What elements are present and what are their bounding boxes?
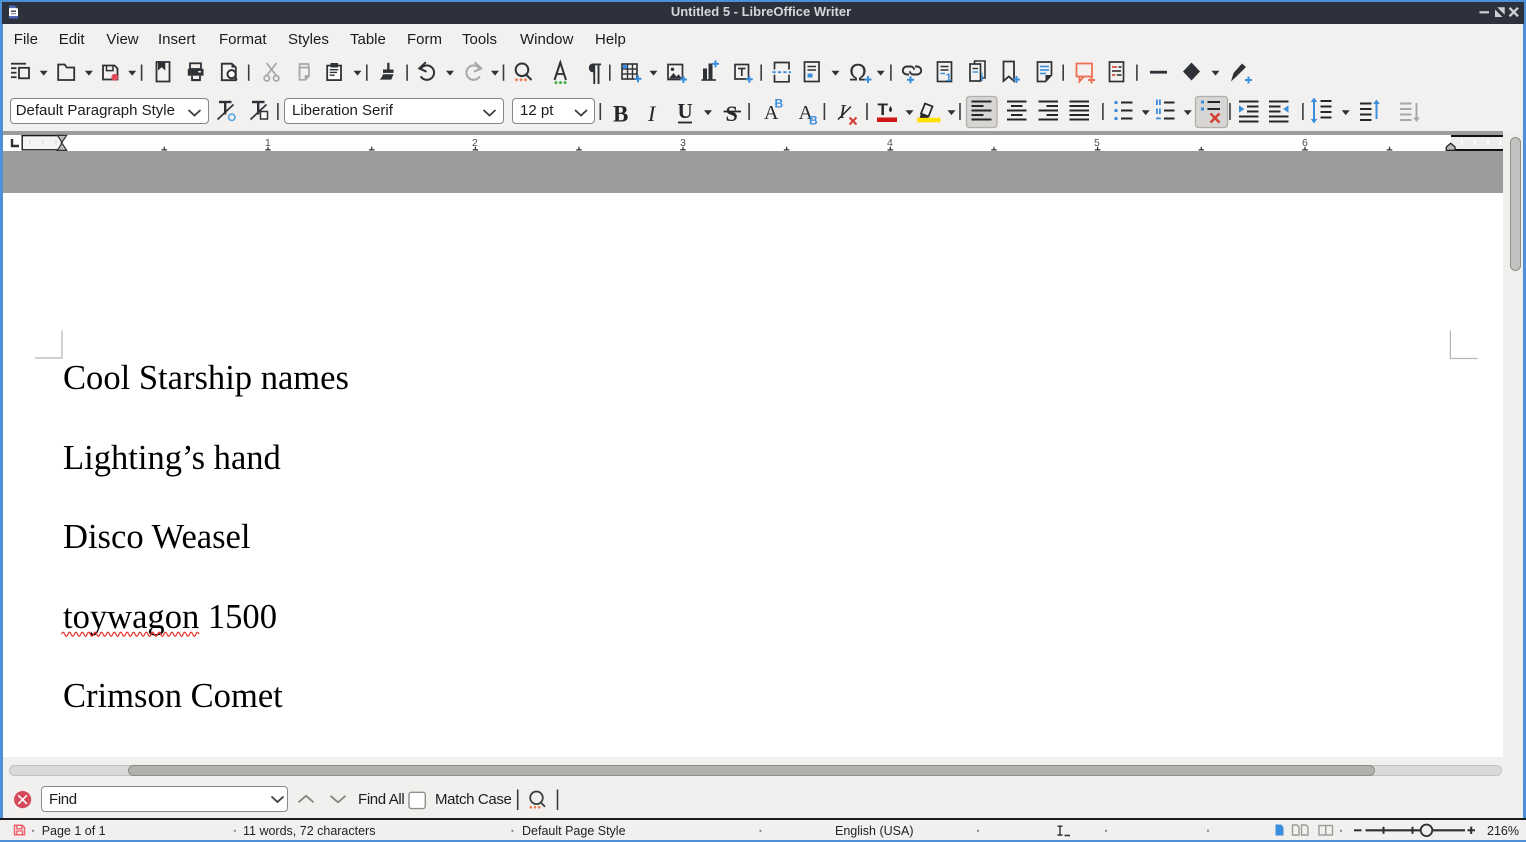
svg-text:Ω: Ω — [849, 60, 867, 87]
svg-text:B: B — [775, 97, 784, 111]
svg-text:1: 1 — [946, 72, 952, 84]
svg-text:¶: ¶ — [588, 59, 602, 87]
svg-text:T: T — [878, 100, 889, 119]
svg-text:S: S — [726, 101, 738, 126]
svg-text:B: B — [613, 102, 628, 127]
svg-text:B: B — [809, 114, 818, 128]
svg-text:i: i — [981, 72, 984, 84]
svg-text:I: I — [647, 101, 657, 126]
svg-text:U: U — [678, 99, 693, 123]
